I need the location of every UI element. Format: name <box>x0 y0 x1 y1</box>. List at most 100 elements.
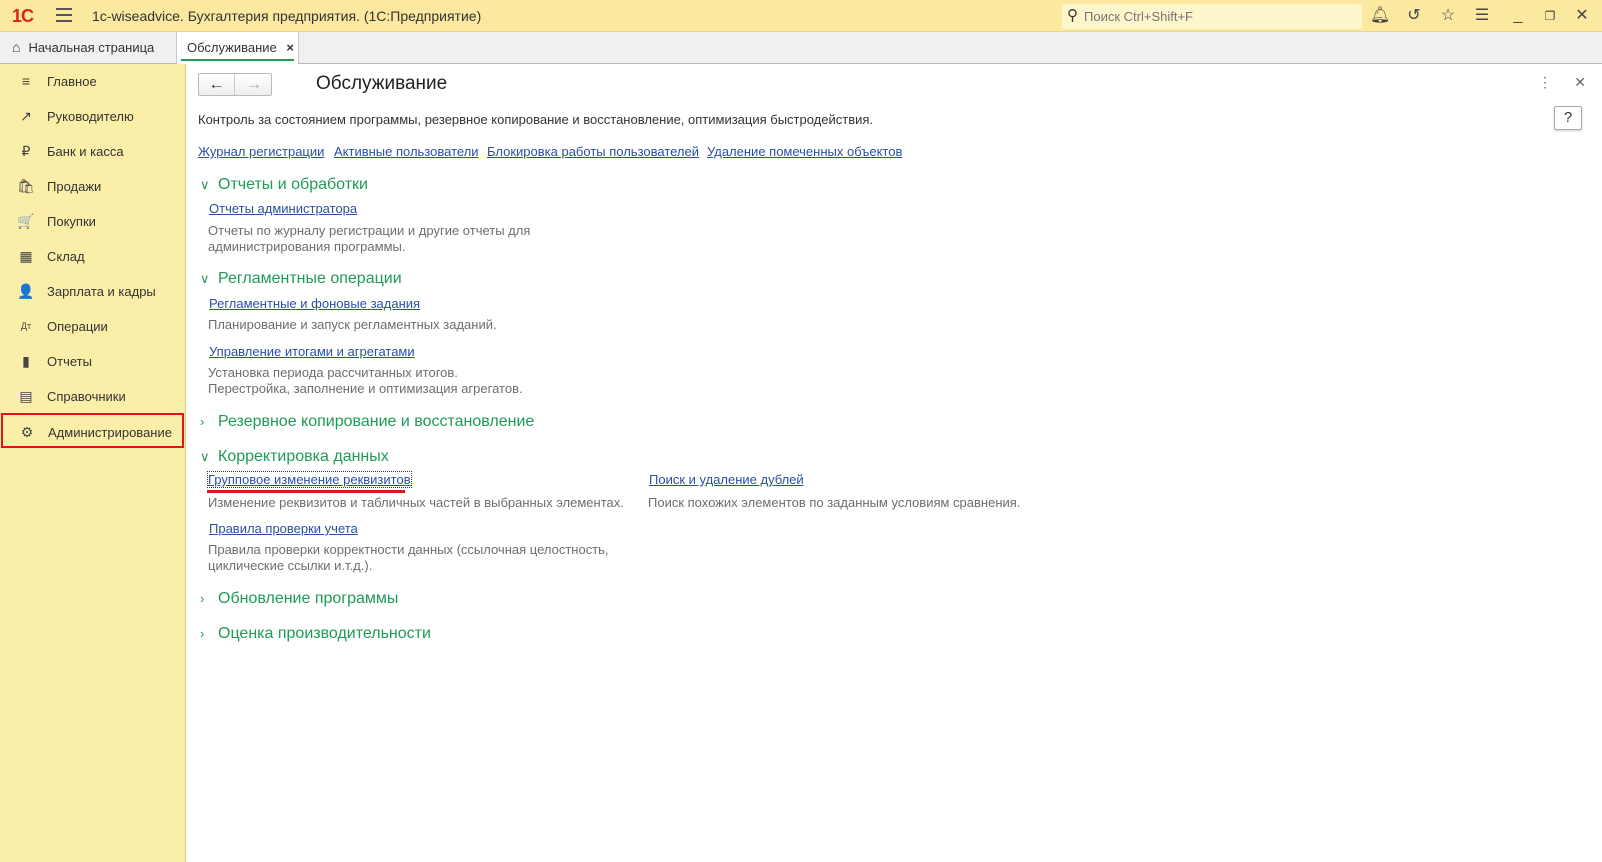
page-description: Контроль за состоянием программы, резерв… <box>198 112 874 127</box>
app-title: 1c-wiseadvice. Бухгалтерия предприятия. … <box>92 8 482 24</box>
back-button[interactable]: ← <box>199 74 235 95</box>
section-performance[interactable]: › Оценка производительности <box>200 625 431 643</box>
link-delete-marked[interactable]: Удаление помеченных объектов <box>707 144 902 159</box>
sidebar-item-label: Руководителю <box>47 109 134 124</box>
sidebar-item-administration[interactable]: ⚙ Администрирование <box>1 413 184 448</box>
home-icon: ⌂ <box>12 39 21 55</box>
chevron-right-icon: › <box>200 591 205 606</box>
sidebar-item-bank[interactable]: ₽ Банк и касса <box>0 134 186 169</box>
nav-buttons: ← → <box>198 73 272 96</box>
star-icon[interactable]: ☆ <box>1436 6 1460 28</box>
close-form-icon[interactable]: ✕ <box>1574 74 1586 91</box>
close-window-icon[interactable]: ✕ <box>1570 6 1594 28</box>
bell-icon[interactable]: 🔔︎ <box>1368 6 1392 28</box>
tab-maintenance[interactable]: Обслуживание × <box>177 32 299 64</box>
sidebar: ≡ Главное ↗ Руководителю ₽ Банк и касса 🛍 Пр… <box>0 64 186 862</box>
chevron-down-icon: ∨ <box>200 449 210 464</box>
sidebar-item-label: Отчеты <box>47 354 92 369</box>
desc-scheduled-jobs: Планирование и запуск регламентных задан… <box>208 317 497 332</box>
settings-menu-icon[interactable]: ☰ <box>1470 6 1494 28</box>
restore-icon[interactable]: ❐ <box>1538 6 1562 28</box>
sidebar-item-label: Склад <box>47 249 85 264</box>
tab-home[interactable]: ⌂ Начальная страница <box>0 32 177 63</box>
title-bar: 1C 1c-wiseadvice. Бухгалтерия предприяти… <box>0 0 1602 32</box>
section-title: Обновление программы <box>218 590 399 607</box>
history-icon[interactable]: ↺ <box>1402 6 1426 28</box>
trend-icon: ↗ <box>20 108 32 124</box>
sidebar-item-reports[interactable]: ▮ Отчеты <box>0 344 186 379</box>
sidebar-item-operations[interactable]: Дт Операции <box>0 309 186 344</box>
help-button[interactable]: ? <box>1554 106 1582 130</box>
link-scheduled-jobs[interactable]: Регламентные и фоновые задания <box>209 296 420 311</box>
sidebar-item-label: Покупки <box>47 214 96 229</box>
sidebar-item-salary[interactable]: 👤 Зарплата и кадры <box>0 274 186 309</box>
chevron-right-icon: › <box>200 414 205 429</box>
search-box[interactable]: ⚲ <box>1062 4 1362 29</box>
tab-label: Начальная страница <box>28 40 155 55</box>
sidebar-item-warehouse[interactable]: ▦ Склад <box>0 239 186 274</box>
desc-line: администрирования программы. <box>208 239 406 254</box>
sidebar-item-label: Операции <box>47 319 108 334</box>
close-tab-icon[interactable]: × <box>286 40 294 55</box>
desc-find-duplicates: Поиск похожих элементов по заданным усло… <box>648 495 1021 510</box>
sidebar-item-main[interactable]: ≡ Главное <box>0 64 186 99</box>
link-find-duplicates[interactable]: Поиск и удаление дублей <box>649 472 804 487</box>
sidebar-item-label: Зарплата и кадры <box>47 284 156 299</box>
desc-line: Установка периода рассчитанных итогов. <box>208 365 458 380</box>
section-title: Резервное копирование и восстановление <box>218 413 535 430</box>
link-totals-aggregates[interactable]: Управление итогами и агрегатами <box>209 344 415 359</box>
sidebar-item-catalogs[interactable]: ▤ Справочники <box>0 379 186 414</box>
section-routine[interactable]: ∨ Регламентные операции <box>200 270 402 288</box>
link-event-log[interactable]: Журнал регистрации <box>198 144 324 159</box>
minimize-icon[interactable]: _ <box>1506 6 1530 28</box>
sidebar-item-purchases[interactable]: 🛒 Покупки <box>0 204 186 239</box>
desc-check-rules: Правила проверки корректности данных (сс… <box>208 542 609 574</box>
sidebar-item-label: Главное <box>47 74 97 89</box>
link-group-edit-attributes[interactable]: Групповое изменение реквизитов <box>207 471 412 488</box>
person-icon: 👤 <box>17 283 35 299</box>
desc-line: Правила проверки корректности данных (сс… <box>208 542 609 557</box>
desc-group-edit: Изменение реквизитов и табличных частей … <box>208 495 624 510</box>
sidebar-item-label: Банк и касса <box>47 144 124 159</box>
desc-line: Перестройка, заполнение и оптимизация аг… <box>208 381 523 396</box>
desc-line: циклические ссылки и.т.д.). <box>208 558 373 573</box>
link-accounting-check-rules[interactable]: Правила проверки учета <box>209 521 358 536</box>
page-title: Обслуживание <box>316 73 448 94</box>
section-title: Корректировка данных <box>218 448 389 465</box>
bag-icon: 🛍 <box>17 178 35 194</box>
tab-label: Обслуживание <box>187 40 277 55</box>
section-update[interactable]: › Обновление программы <box>200 590 398 608</box>
bar-chart-icon: ▮ <box>22 353 30 369</box>
books-icon: ▤ <box>19 388 33 404</box>
main-content: ← → Обслуживание ⋮ ✕ ? Контроль за состо… <box>186 64 1602 862</box>
highlight-underline <box>207 490 405 493</box>
main-menu-icon[interactable] <box>56 8 72 22</box>
section-title: Отчеты и обработки <box>218 176 368 193</box>
sidebar-item-manager[interactable]: ↗ Руководителю <box>0 99 186 134</box>
chevron-down-icon: ∨ <box>200 271 210 286</box>
forward-button[interactable]: → <box>236 74 272 95</box>
tab-bar: ⌂ Начальная страница Обслуживание × <box>0 32 1602 64</box>
desc-line: Отчеты по журналу регистрации и другие о… <box>208 223 531 238</box>
warehouse-icon: ▦ <box>19 248 33 264</box>
more-icon[interactable]: ⋮ <box>1538 74 1552 91</box>
sidebar-item-label: Продажи <box>47 179 102 194</box>
desc-totals-aggregates: Установка периода рассчитанных итогов. Пе… <box>208 365 523 397</box>
1c-logo: 1C <box>12 6 34 26</box>
section-title: Оценка производительности <box>218 625 431 642</box>
section-reports[interactable]: ∨ Отчеты и обработки <box>200 176 368 194</box>
link-active-users[interactable]: Активные пользователи <box>334 144 479 159</box>
link-admin-reports[interactable]: Отчеты администратора <box>209 201 357 216</box>
section-title: Регламентные операции <box>218 270 402 287</box>
sidebar-item-label: Справочники <box>47 389 126 404</box>
section-backup[interactable]: › Резервное копирование и восстановление <box>200 413 534 431</box>
sidebar-item-sales[interactable]: 🛍 Продажи <box>0 169 186 204</box>
debit-credit-icon: Дт <box>20 321 32 331</box>
search-input[interactable] <box>1084 7 1354 26</box>
chevron-down-icon: ∨ <box>200 177 210 192</box>
ruble-icon: ₽ <box>21 143 31 159</box>
link-block-users[interactable]: Блокировка работы пользователей <box>487 144 699 159</box>
sidebar-item-label: Администрирование <box>48 425 172 440</box>
chevron-right-icon: › <box>200 626 205 641</box>
section-correction[interactable]: ∨ Корректировка данных <box>200 448 389 466</box>
